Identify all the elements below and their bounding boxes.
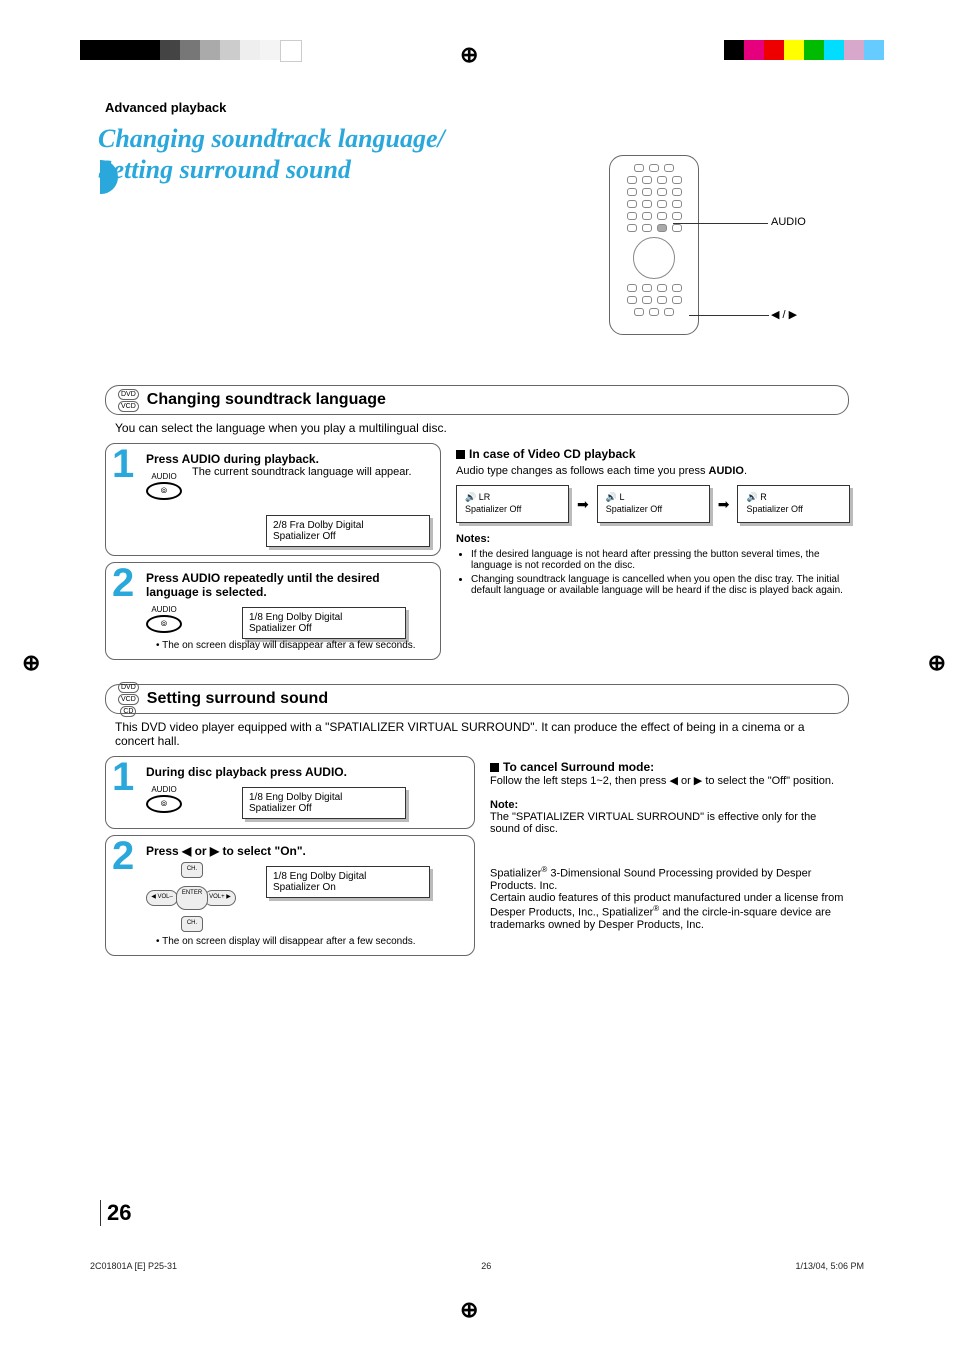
sec2-osd1-l1: 1/8 Eng Dolby Digital bbox=[249, 792, 342, 803]
dpad-left: ◀ VOL– bbox=[146, 890, 178, 906]
sec2-stepnum-1: 1 bbox=[112, 755, 134, 800]
cancel-head: To cancel Surround mode: bbox=[490, 760, 849, 774]
print-registration-right bbox=[724, 40, 884, 60]
badge-cd: CD bbox=[120, 706, 136, 717]
note-2: Changing soundtrack language is cancelle… bbox=[471, 574, 850, 596]
badge-dvd-2: DVD bbox=[118, 682, 139, 693]
dpad-up: CH. bbox=[181, 862, 203, 878]
cancel-body: Follow the left steps 1~2, then press ◀ … bbox=[490, 774, 849, 787]
print-footer: 2C01801A [E] P25-31 26 1/13/04, 5:06 PM bbox=[90, 1261, 864, 1271]
audio-button-icon-2: AUDIO ⦾ bbox=[146, 605, 182, 634]
footer-left: 2C01801A [E] P25-31 bbox=[90, 1261, 177, 1271]
remote-arrow-label: ◀ / ▶ bbox=[771, 308, 797, 321]
section1-intro: You can select the language when you pla… bbox=[115, 421, 839, 435]
remote-diagram: AUDIO ◀ / ▶ bbox=[609, 155, 859, 335]
vcd-head: In case of Video CD playback bbox=[456, 447, 850, 461]
note-1: If the desired language is not heard aft… bbox=[471, 549, 850, 571]
section2-title-bar: DVD VCD CD Setting surround sound bbox=[105, 684, 849, 714]
section1-title: Changing soundtrack language bbox=[147, 391, 386, 409]
footer-mid: 26 bbox=[481, 1261, 491, 1271]
sec2-osd2: 1/8 Eng Dolby Digital Spatializer On bbox=[266, 866, 430, 898]
sec2-note-body: The "SPATIALIZER VIRTUAL SURROUND" is ef… bbox=[490, 811, 849, 835]
osd1-l1: 2/8 Fra Dolby Digital bbox=[273, 520, 364, 531]
print-registration-left bbox=[80, 40, 302, 62]
step-number-1: 1 bbox=[112, 442, 134, 487]
badge-dvd: DVD bbox=[118, 389, 139, 400]
section1-title-bar: DVD VCD Changing soundtrack language bbox=[105, 385, 849, 415]
print-cross-right: ⊕ bbox=[928, 650, 946, 676]
audio-button-icon-3: AUDIO ⦾ bbox=[146, 785, 182, 814]
sec2-osd1-l2: Spatializer Off bbox=[249, 803, 312, 814]
sec1-step2: 2 Press AUDIO repeatedly until the desir… bbox=[105, 562, 441, 660]
remote-outline bbox=[609, 155, 699, 335]
osd1-l2: Spatializer Off bbox=[273, 531, 336, 542]
legal-text: Spatializer® 3-Dimensional Sound Process… bbox=[490, 865, 849, 930]
sec2-bullet: • The on screen display will disappear a… bbox=[156, 936, 464, 947]
section2-badges: DVD VCD CD bbox=[118, 682, 139, 717]
vcd-flow: 🔊 LRSpatializer Off ➡ 🔊 LSpatializer Off… bbox=[456, 485, 850, 522]
vcd-intro: Audio type changes as follows each time … bbox=[456, 465, 850, 477]
leader-audio bbox=[673, 223, 768, 224]
flowbox-l: 🔊 LSpatializer Off bbox=[597, 485, 710, 522]
sec2-stepnum-2: 2 bbox=[112, 834, 134, 879]
osd2-l2: Spatializer Off bbox=[249, 623, 312, 634]
audio-btn-oval-2: ⦾ bbox=[146, 615, 182, 633]
flow-arrow-2: ➡ bbox=[718, 496, 730, 513]
section2-intro: This DVD video player equipped with a "S… bbox=[115, 720, 839, 748]
sec2-osd2-l1: 1/8 Eng Dolby Digital bbox=[273, 871, 366, 882]
badge-vcd: VCD bbox=[118, 401, 139, 412]
sec1-step1: 1 Press AUDIO during playback. AUDIO ⦾ T… bbox=[105, 443, 441, 556]
badge-vcd-2: VCD bbox=[118, 694, 139, 705]
sec2-step2: 2 Press ◀ or ▶ to select "On". CH. CH. ◀… bbox=[105, 835, 475, 956]
step-number-2: 2 bbox=[112, 561, 134, 606]
leader-arrows bbox=[689, 315, 769, 316]
print-cross-top: ⊕ bbox=[460, 42, 478, 68]
sec2-step2-head: Press ◀ or ▶ to select "On". bbox=[146, 844, 306, 858]
sec1-step1-text: The current soundtrack language will app… bbox=[192, 466, 412, 478]
remote-audio-label: AUDIO bbox=[771, 216, 806, 228]
osd-box-1: 2/8 Fra Dolby Digital Spatializer Off bbox=[266, 515, 430, 547]
sec2-note-head: Note: bbox=[490, 799, 518, 811]
print-cross-left: ⊕ bbox=[22, 650, 40, 676]
osd-box-2: 1/8 Eng Dolby Digital Spatializer Off bbox=[242, 607, 406, 639]
dpad-center: ENTER bbox=[176, 886, 208, 910]
sec2-step1-head: During disc playback press AUDIO. bbox=[146, 765, 347, 779]
sec1-bullet: • The on screen display will disappear a… bbox=[156, 640, 430, 651]
sec2-osd1: 1/8 Eng Dolby Digital Spatializer Off bbox=[242, 787, 406, 819]
audio-btn-label-3: AUDIO bbox=[151, 785, 176, 794]
sec1-step2-head: Press AUDIO repeatedly until the desired… bbox=[146, 571, 380, 599]
section-header: Advanced playback bbox=[105, 100, 884, 115]
section2-title: Setting surround sound bbox=[147, 690, 328, 708]
audio-btn-oval-3: ⦾ bbox=[146, 795, 182, 813]
notes-list: If the desired language is not heard aft… bbox=[471, 549, 850, 596]
flowbox-r: 🔊 RSpatializer Off bbox=[737, 485, 850, 522]
audio-btn-label-2: AUDIO bbox=[151, 605, 176, 614]
audio-btn-oval: ⦾ bbox=[146, 482, 182, 500]
sec1-step1-head: Press AUDIO during playback. bbox=[146, 452, 319, 466]
sec2-step1: 1 During disc playback press AUDIO. AUDI… bbox=[105, 756, 475, 829]
flowbox-lr: 🔊 LRSpatializer Off bbox=[456, 485, 569, 522]
page-number: 26 bbox=[100, 1200, 131, 1226]
dpad-icon: CH. CH. ◀ VOL– VOL+ ▶ ENTER bbox=[146, 862, 236, 932]
section1-badges: DVD VCD bbox=[118, 389, 139, 412]
dpad-right: VOL+ ▶ bbox=[204, 890, 236, 906]
notes-head: Notes: bbox=[456, 533, 490, 545]
dpad-down: CH. bbox=[181, 916, 203, 932]
audio-button-icon: AUDIO ⦾ bbox=[146, 472, 182, 501]
osd2-l1: 1/8 Eng Dolby Digital bbox=[249, 612, 342, 623]
flow-arrow-1: ➡ bbox=[577, 496, 589, 513]
sec2-osd2-l2: Spatializer On bbox=[273, 882, 336, 893]
print-cross-bottom: ⊕ bbox=[460, 1297, 478, 1323]
footer-right: 1/13/04, 5:06 PM bbox=[795, 1261, 864, 1271]
audio-btn-label: AUDIO bbox=[151, 472, 176, 481]
